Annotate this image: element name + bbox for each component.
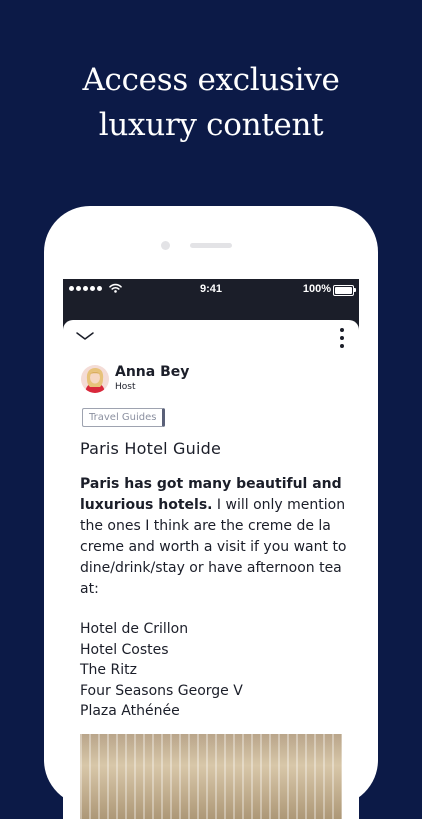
category-tag[interactable]: Travel Guides [82, 408, 166, 427]
phone-screen: 9:41 100% Anna Bey Host Travel Guides Pa… [63, 279, 359, 819]
list-item: Hotel Costes [80, 641, 169, 658]
hotel-list: Hotel de Crillon Hotel Costes The Ritz F… [80, 619, 243, 722]
author-role: Host [115, 382, 136, 392]
list-item: The Ritz [80, 662, 137, 678]
headline-line-2: luxury content [98, 107, 324, 143]
phone-camera [161, 241, 170, 250]
article-image [80, 734, 342, 819]
promo-headline: Access exclusive luxury content [0, 58, 422, 148]
headline-line-1: Access exclusive [82, 62, 340, 98]
list-item: Plaza Athénée [80, 703, 180, 719]
battery-icon [333, 285, 356, 296]
chevron-down-icon[interactable] [75, 330, 95, 342]
more-vertical-icon[interactable] [339, 328, 345, 348]
author-block[interactable]: Anna Bey Host [81, 364, 189, 393]
article-body: Paris has got many beautiful and luxurio… [80, 474, 352, 600]
author-text: Anna Bey Host [115, 364, 189, 393]
battery-percentage: 100% [302, 283, 331, 295]
list-item: Four Seasons George V [80, 682, 243, 699]
avatar[interactable] [81, 364, 109, 393]
article-title: Paris Hotel Guide [80, 439, 222, 458]
status-bar: 9:41 100% [63, 279, 359, 300]
phone-frame: 9:41 100% Anna Bey Host Travel Guides Pa… [44, 206, 378, 819]
article-sheet: Anna Bey Host Travel Guides Paris Hotel … [63, 320, 359, 819]
phone-speaker [190, 243, 232, 248]
list-item: Hotel de Crillon [80, 621, 189, 637]
author-name[interactable]: Anna Bey [115, 364, 189, 381]
